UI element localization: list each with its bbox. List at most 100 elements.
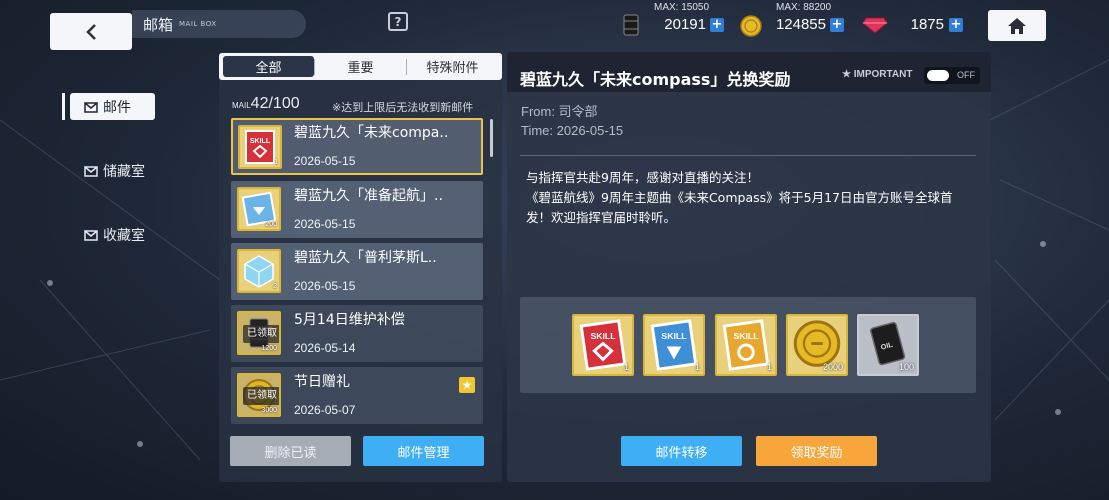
reward-item[interactable]: SKILL 1 — [572, 314, 634, 376]
mail-thumbnail: 已领取 3000 — [237, 373, 281, 417]
page-title: 邮箱 MAIL BOX — [132, 10, 306, 38]
mail-detail-title: 碧蓝九久「未来compass」兑换奖励 — [520, 70, 791, 89]
mail-count-value: 42/100 — [250, 95, 300, 112]
nav-item-label: 收藏室 — [103, 227, 145, 244]
home-icon — [1008, 17, 1026, 34]
claim-reward-button[interactable]: 领取奖励 — [756, 436, 877, 466]
item-quantity: 200 — [265, 221, 277, 228]
claimed-badge: 已领取 — [243, 325, 279, 343]
oil-value: 20191 — [664, 16, 706, 33]
mail-thumbnail: 已领取 1200 — [237, 311, 281, 355]
mail-icon — [84, 101, 98, 113]
svg-text:SKILL: SKILL — [661, 331, 687, 341]
detail-divider — [520, 155, 976, 156]
home-button[interactable] — [988, 10, 1046, 41]
reward-quantity: 1 — [766, 362, 772, 372]
mail-time: Time: 2026-05-15 — [521, 123, 624, 138]
svg-text:SKILL: SKILL — [590, 331, 616, 341]
nav-item-label: 邮件 — [103, 99, 131, 116]
reward-quantity: 100 — [898, 362, 914, 372]
reward-item[interactable]: OIL 100 — [857, 314, 919, 376]
gold-max-label: MAX: 88200 — [776, 2, 832, 13]
nav-item-label: 储藏室 — [103, 163, 145, 180]
gem-value: 1875 — [910, 16, 944, 33]
chevron-left-icon — [86, 23, 96, 40]
item-quantity: 3000 — [261, 407, 277, 414]
delete-read-button[interactable]: 删除已读 — [230, 436, 351, 466]
toggle-knob — [927, 70, 949, 81]
reward-item[interactable]: SKILL 1 — [715, 314, 777, 376]
oil-barrel-icon — [623, 14, 639, 36]
item-quantity: 1200 — [261, 345, 277, 352]
mail-list-item[interactable]: 已领取 3000 节日赠礼 2026-05-07 ★ — [231, 367, 483, 424]
reward-quantity: 2000 — [822, 362, 843, 372]
mail-manage-button[interactable]: 邮件管理 — [363, 436, 484, 466]
reward-item[interactable]: SKILL 1 — [643, 314, 705, 376]
nav-item-storage[interactable]: 储藏室 — [70, 157, 155, 184]
mail-list-item[interactable]: 200 碧蓝九久「准备起航」.. 2026-05-15 — [231, 181, 483, 238]
tab-special-attachment[interactable]: 特殊附件 — [407, 56, 498, 77]
reward-item[interactable]: 2000 — [786, 314, 848, 376]
mail-thumbnail: 200 — [237, 187, 281, 231]
important-label: IMPORTANT — [853, 69, 913, 80]
toggle-state-label: OFF — [957, 70, 975, 80]
collection-icon — [84, 229, 98, 241]
reward-quantity: 1 — [694, 362, 700, 372]
mail-body: 与指挥官共赴9周年，感谢对直播的关注！ 《碧蓝航线》9周年主题曲《未来Compa… — [526, 168, 966, 228]
mail-body-line: 与指挥官共赴9周年，感谢对直播的关注！ — [526, 170, 759, 185]
reward-quantity: 1 — [623, 362, 629, 372]
claimed-badge: 已领取 — [243, 387, 279, 405]
mail-date: 2026-05-15 — [294, 279, 356, 293]
mail-count-label: MAIL — [232, 101, 251, 110]
mail-transfer-button[interactable]: 邮件转移 — [621, 436, 742, 466]
mail-subject: 碧蓝九久「未来compa.. — [294, 125, 449, 141]
mail-subject: 碧蓝九久「准备起航」.. — [294, 188, 443, 204]
star-icon: ★ — [842, 69, 851, 80]
mail-date: 2026-05-15 — [294, 154, 356, 168]
mail-sender: From: 司令部 — [521, 104, 598, 119]
gem-plus-button[interactable]: + — [949, 18, 963, 32]
ruby-gem-icon — [862, 17, 888, 34]
mail-subject: 5月14日维护补偿 — [294, 312, 405, 328]
oil-resource: MAX: 15050 20191 + — [620, 2, 728, 38]
mail-list-item[interactable]: 已领取 1200 5月14日维护补偿 2026-05-14 — [231, 305, 483, 362]
mail-date: 2026-05-14 — [294, 341, 356, 355]
mail-thumbnail: SKILL 1 — [238, 125, 282, 169]
mail-list-item[interactable]: SKILL 1 碧蓝九久「未来compa.. 2026-05-15 — [231, 118, 483, 175]
mail-subject: 碧蓝九久「普利茅斯L.. — [294, 250, 437, 266]
important-flag: ★ IMPORTANT — [842, 69, 912, 80]
nav-item-mail[interactable]: 邮件 — [70, 93, 155, 120]
page-title-text: 邮箱 — [143, 15, 174, 34]
page-subtitle-text: MAIL BOX — [179, 20, 217, 28]
back-button[interactable] — [50, 13, 132, 50]
oil-plus-button[interactable]: + — [710, 18, 724, 32]
tab-important[interactable]: 重要 — [315, 56, 406, 77]
svg-text:SKILL: SKILL — [733, 331, 759, 341]
important-toggle[interactable]: OFF — [924, 67, 980, 84]
gold-plus-button[interactable]: + — [830, 18, 844, 32]
mail-list-item[interactable]: 2 碧蓝九久「普利茅斯L.. 2026-05-15 — [231, 243, 483, 300]
oil-max-label: MAX: 15050 — [654, 2, 710, 13]
mail-date: 2026-05-15 — [294, 217, 356, 231]
star-icon: ★ — [459, 377, 475, 393]
item-quantity: 2 — [273, 283, 277, 290]
svg-text:SKILL: SKILL — [250, 138, 271, 145]
gem-resource: 1875 + — [860, 2, 968, 38]
nav-active-marker — [62, 93, 65, 120]
mail-subject: 节日赠礼 — [294, 374, 350, 390]
mail-filter-tabs: 全部 重要 特殊附件 — [219, 53, 502, 80]
help-icon[interactable]: ? — [388, 12, 408, 31]
mail-thumbnail: 2 — [237, 249, 281, 293]
mail-limit-note: ※达到上限后无法收到新邮件 — [332, 101, 474, 114]
gold-coin-icon — [740, 15, 762, 37]
gold-value: 124855 — [775, 16, 826, 33]
storage-icon — [84, 165, 98, 177]
mail-body-line: 《碧蓝航线》9周年主题曲《未来Compass》将于5月17日由官方账号全球首发！… — [526, 190, 953, 225]
gold-resource: MAX: 88200 124855 + — [738, 2, 848, 38]
mail-count: MAIL42/100 — [232, 95, 300, 113]
mail-date: 2026-05-07 — [294, 403, 356, 417]
mail-list-scrollbar[interactable] — [490, 119, 493, 157]
nav-item-collection[interactable]: 收藏室 — [70, 221, 155, 248]
tab-all[interactable]: 全部 — [223, 56, 314, 77]
item-quantity: 1 — [274, 159, 278, 166]
